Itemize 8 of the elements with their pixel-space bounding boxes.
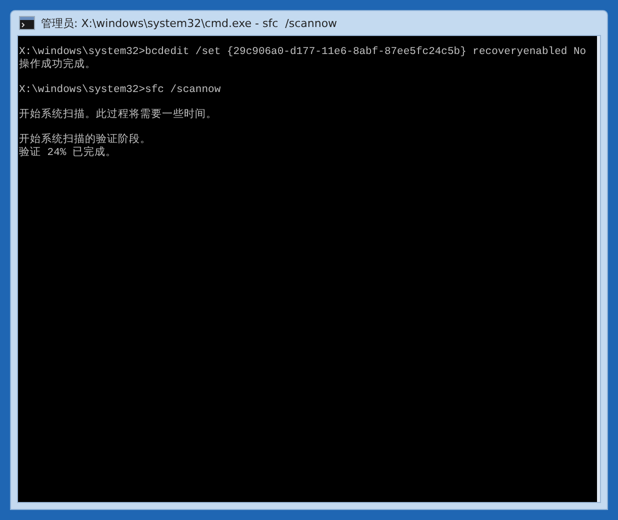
window-title: 管理员: X:\windows\system32\cmd.exe - sfc /scannow (41, 16, 338, 30)
console-line: 操作成功完成。 (19, 59, 97, 72)
console-line: 开始系统扫描。此过程将需要一些时间。 (19, 109, 218, 122)
console-line: X:\windows\system32>sfc /scannow (19, 84, 222, 97)
console-line: 验证 24% 已完成。 (19, 147, 118, 160)
console-line: X:\windows\system32>bcdedit /set {29c906a0-d177-11e6-8abf-87ee5fc24c5b} recoveryenabled No (19, 46, 588, 58)
terminal-icon (19, 16, 35, 30)
console-line: 开始系统扫描的验证阶段。 (19, 134, 152, 146)
